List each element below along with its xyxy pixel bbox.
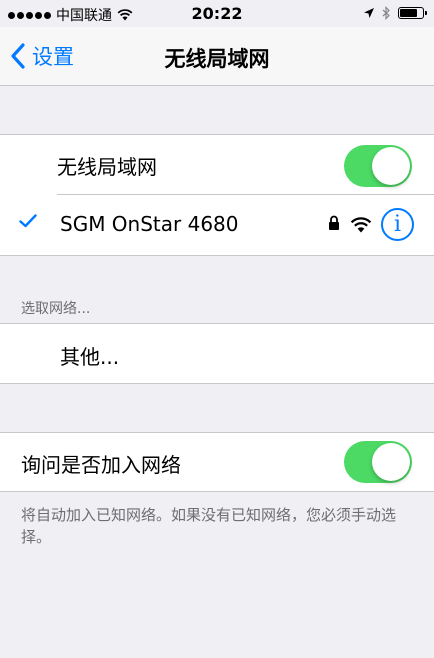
status-bar: 中国联通 20:22	[0, 0, 434, 27]
wifi-toggle[interactable]	[344, 145, 412, 187]
wifi-signal-icon	[350, 217, 372, 233]
ask-join-toggle[interactable]	[344, 441, 412, 483]
toggle-knob	[372, 443, 410, 481]
page-title: 无线局域网	[164, 47, 270, 71]
location-arrow-icon	[364, 8, 374, 18]
toggle-knob	[372, 147, 410, 185]
wifi-toggle-label: 无线局域网	[57, 155, 157, 179]
other-network-row[interactable]: 其他...	[0, 324, 434, 384]
battery-icon	[398, 7, 427, 19]
network-row[interactable]: SGM OnStar 4680 i	[0, 195, 434, 255]
lock-icon	[329, 215, 339, 230]
ask-join-row: 询问是否加入网络	[0, 433, 434, 493]
ask-join-label: 询问是否加入网络	[21, 453, 181, 477]
other-network-group: 其他...	[0, 323, 434, 384]
navigation-bar: 设置 无线局域网	[0, 27, 434, 86]
choose-network-header: 选取网络...	[21, 301, 91, 317]
status-right	[363, 6, 427, 20]
ask-join-footer: 将自动加入已知网络。如果没有已知网络，您必须手动选择。	[21, 506, 397, 546]
checkmark-icon	[19, 214, 37, 228]
wifi-toggle-row: 无线局域网	[0, 135, 434, 195]
network-name: SGM OnStar 4680	[60, 212, 239, 236]
info-icon[interactable]: i	[381, 208, 414, 241]
ask-join-group: 询问是否加入网络	[0, 432, 434, 492]
wifi-group: 无线局域网 SGM OnStar 4680 i	[0, 134, 434, 256]
bluetooth-icon	[382, 6, 390, 20]
other-network-label: 其他...	[60, 345, 120, 369]
